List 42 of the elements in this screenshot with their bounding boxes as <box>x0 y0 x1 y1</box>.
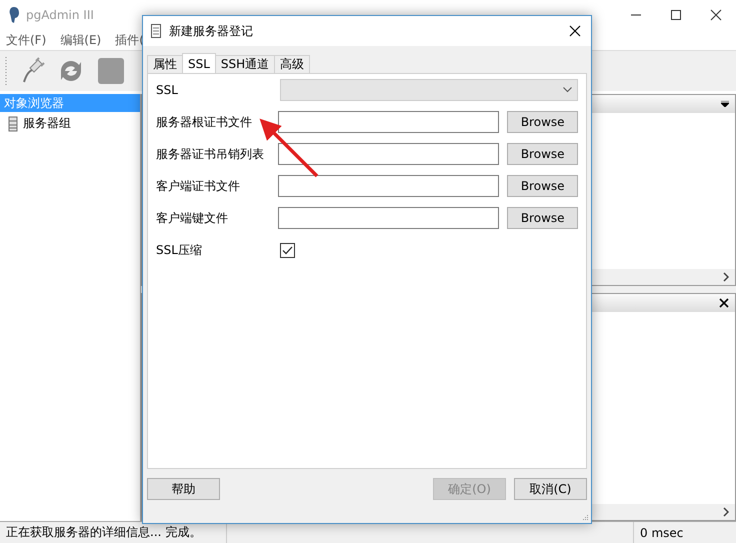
input-field[interactable] <box>278 207 500 229</box>
close-icon[interactable] <box>710 9 722 21</box>
tab[interactable]: SSL <box>182 53 216 73</box>
dropdown-icon[interactable] <box>721 101 729 107</box>
input-field[interactable] <box>278 143 500 165</box>
chevron-down-icon <box>563 87 572 93</box>
browse-button[interactable]: Browse <box>507 143 578 165</box>
scroll-right-icon[interactable] <box>723 507 729 517</box>
maximize-icon[interactable] <box>670 9 682 21</box>
resize-grip-icon <box>581 513 589 521</box>
tree-item[interactable]: 服务器组 <box>23 115 71 132</box>
panel-title: 对象浏览器 <box>0 94 140 112</box>
document-icon <box>151 24 161 38</box>
dialog-title: 新建服务器登记 <box>169 22 253 40</box>
server-stack-icon <box>8 116 18 132</box>
scroll-right-icon[interactable] <box>723 272 729 282</box>
cancel-button[interactable]: 取消(C) <box>514 478 587 500</box>
menu-item[interactable]: 文件(F) <box>6 32 46 48</box>
window-title: pgAdmin III <box>26 8 94 22</box>
field-label: 服务器根证书文件 <box>156 114 253 130</box>
input-field[interactable] <box>278 175 500 197</box>
status-message: 正在获取服务器的详细信息... 完成。 <box>5 524 202 541</box>
browse-button[interactable]: Browse <box>507 111 578 133</box>
help-button[interactable]: 帮助 <box>147 478 220 500</box>
app-logo-icon <box>8 6 20 24</box>
toolbar-grip-icon <box>4 56 8 86</box>
tab[interactable]: 高级 <box>274 55 310 73</box>
field-label: SSL <box>156 83 179 97</box>
browse-button[interactable]: Browse <box>507 207 578 229</box>
input-field[interactable] <box>278 111 500 133</box>
menu-item[interactable]: 编辑(E) <box>60 32 102 48</box>
field-label: 服务器证书吊销列表 <box>156 146 265 162</box>
dropdown-field[interactable] <box>280 79 578 101</box>
checkbox[interactable] <box>280 242 295 258</box>
field-label: 客户端键文件 <box>156 210 229 226</box>
checkbox-label: SSL压缩 <box>156 242 203 258</box>
close-icon[interactable] <box>719 298 729 308</box>
status-time: 0 msec <box>639 526 684 540</box>
close-icon[interactable] <box>569 25 581 37</box>
browse-button[interactable]: Browse <box>507 175 578 197</box>
tab[interactable]: 属性 <box>147 55 183 73</box>
field-label: 客户端证书文件 <box>156 178 241 194</box>
